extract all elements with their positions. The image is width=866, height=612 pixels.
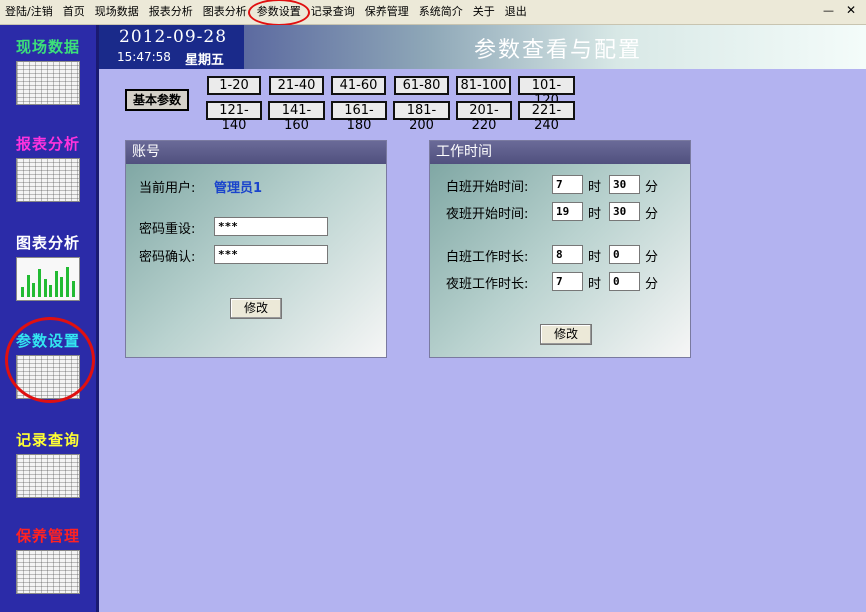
- menu-live-data[interactable]: 现场数据: [90, 0, 144, 24]
- sidebar-item-label: 记录查询: [15, 431, 80, 449]
- sidebar-item-record-query[interactable]: 记录查询: [0, 429, 96, 498]
- night-shift-start-minute-field[interactable]: 30: [609, 202, 640, 221]
- sidebar-item-report-analysis[interactable]: 报表分析: [0, 133, 96, 202]
- password-reset-field[interactable]: ***: [214, 217, 328, 236]
- basic-params-button[interactable]: 基本参数: [125, 89, 189, 111]
- range-button[interactable]: 1-20: [207, 76, 261, 95]
- range-button[interactable]: 201-220: [456, 101, 512, 133]
- live-data-thumbnail: [16, 61, 80, 105]
- report-analysis-thumbnail: [16, 158, 80, 202]
- menu-record-query[interactable]: 记录查询: [306, 0, 360, 24]
- day-shift-duration-minute-field[interactable]: 0: [609, 245, 640, 264]
- sidebar-item-label: 报表分析: [15, 135, 80, 153]
- chart-analysis-thumbnail: [16, 257, 80, 301]
- range-button[interactable]: 41-60: [331, 76, 386, 95]
- day-shift-start-hour-field[interactable]: 7: [552, 175, 583, 194]
- night-shift-duration-hour-field[interactable]: 7: [552, 272, 583, 291]
- password-reset-label: 密码重设:: [139, 222, 196, 237]
- menu-about[interactable]: 关于: [468, 0, 500, 24]
- worktime-modify-button[interactable]: 修改: [540, 324, 592, 345]
- day-shift-start-label: 白班开始时间:: [446, 180, 529, 195]
- range-button[interactable]: 81-100: [456, 76, 511, 95]
- day-shift-duration-hour-field[interactable]: 8: [552, 245, 583, 264]
- hour-unit-label: 时: [588, 250, 602, 265]
- menu-bar: 登陆/注销 首页 现场数据 报表分析 图表分析 参数设置 记录查询 保养管理 系…: [0, 0, 866, 26]
- highlight-circle: [5, 317, 95, 403]
- minute-unit-label: 分: [645, 277, 659, 292]
- sidebar-item-label: 保养管理: [15, 527, 80, 545]
- account-panel: 账号 当前用户: 管理员1 密码重设: *** 密码确认: *** 修改: [125, 140, 387, 358]
- menu-home[interactable]: 首页: [58, 0, 90, 24]
- range-button[interactable]: 161-180: [331, 101, 387, 133]
- password-confirm-label: 密码确认:: [139, 250, 196, 265]
- range-button[interactable]: 61-80: [394, 76, 449, 95]
- range-button[interactable]: 101-120: [518, 76, 575, 108]
- sidebar-item-live-data[interactable]: 现场数据: [0, 36, 96, 105]
- current-date: 2012-09-28: [119, 27, 228, 47]
- minute-unit-label: 分: [645, 180, 659, 195]
- hour-unit-label: 时: [588, 207, 602, 222]
- sidebar-item-label: 图表分析: [15, 234, 80, 252]
- current-weekday: 星期五: [185, 53, 225, 68]
- menu-system-intro[interactable]: 系统简介: [414, 0, 468, 24]
- sidebar-item-maintenance[interactable]: 保养管理: [0, 525, 96, 594]
- menu-exit[interactable]: 退出: [500, 0, 532, 24]
- night-shift-start-hour-field[interactable]: 19: [552, 202, 583, 221]
- minute-unit-label: 分: [645, 250, 659, 265]
- datetime-box: 2012-09-28 15:47:58 星期五: [99, 25, 244, 69]
- sidebar-item-label: 现场数据: [15, 38, 80, 56]
- close-icon[interactable]: ✕: [846, 3, 856, 17]
- page-title: 参数查看与配置: [474, 38, 643, 63]
- title-banner: 参数查看与配置: [244, 25, 866, 69]
- menu-parameter-settings[interactable]: 参数设置: [247, 0, 310, 26]
- range-button[interactable]: 221-240: [518, 101, 575, 133]
- password-confirm-field[interactable]: ***: [214, 245, 328, 264]
- minute-unit-label: 分: [645, 207, 659, 222]
- account-panel-title: 账号: [126, 141, 386, 164]
- hour-unit-label: 时: [588, 277, 602, 292]
- record-query-thumbnail: [16, 454, 80, 498]
- maintenance-thumbnail: [16, 550, 80, 594]
- menu-maintenance[interactable]: 保养管理: [360, 0, 414, 24]
- account-modify-button[interactable]: 修改: [230, 298, 282, 319]
- range-button[interactable]: 121-140: [206, 101, 262, 133]
- range-button[interactable]: 181-200: [393, 101, 450, 133]
- night-shift-duration-label: 夜班工作时长:: [446, 277, 529, 292]
- worktime-panel: 工作时间 白班开始时间: 7 时 30 分 夜班开始时间: 19 时 30 分 …: [429, 140, 691, 358]
- current-user-value: 管理员1: [214, 181, 263, 196]
- menu-chart-analysis[interactable]: 图表分析: [198, 0, 252, 24]
- day-shift-duration-label: 白班工作时长:: [446, 250, 529, 265]
- minimize-icon[interactable]: —: [823, 4, 834, 17]
- menu-login-logout[interactable]: 登陆/注销: [0, 0, 58, 24]
- range-button[interactable]: 21-40: [269, 76, 324, 95]
- hour-unit-label: 时: [588, 180, 602, 195]
- worktime-panel-title: 工作时间: [430, 141, 690, 164]
- day-shift-start-minute-field[interactable]: 30: [609, 175, 640, 194]
- sidebar-item-chart-analysis[interactable]: 图表分析: [0, 232, 96, 301]
- night-shift-start-label: 夜班开始时间:: [446, 207, 529, 222]
- night-shift-duration-minute-field[interactable]: 0: [609, 272, 640, 291]
- current-time: 15:47:58: [117, 50, 171, 64]
- menu-report-analysis[interactable]: 报表分析: [144, 0, 198, 24]
- range-button[interactable]: 141-160: [268, 101, 325, 133]
- current-user-label: 当前用户:: [139, 181, 196, 196]
- sidebar: 现场数据 报表分析 图表分析 参数设置 记录查询 保养管理: [0, 25, 99, 612]
